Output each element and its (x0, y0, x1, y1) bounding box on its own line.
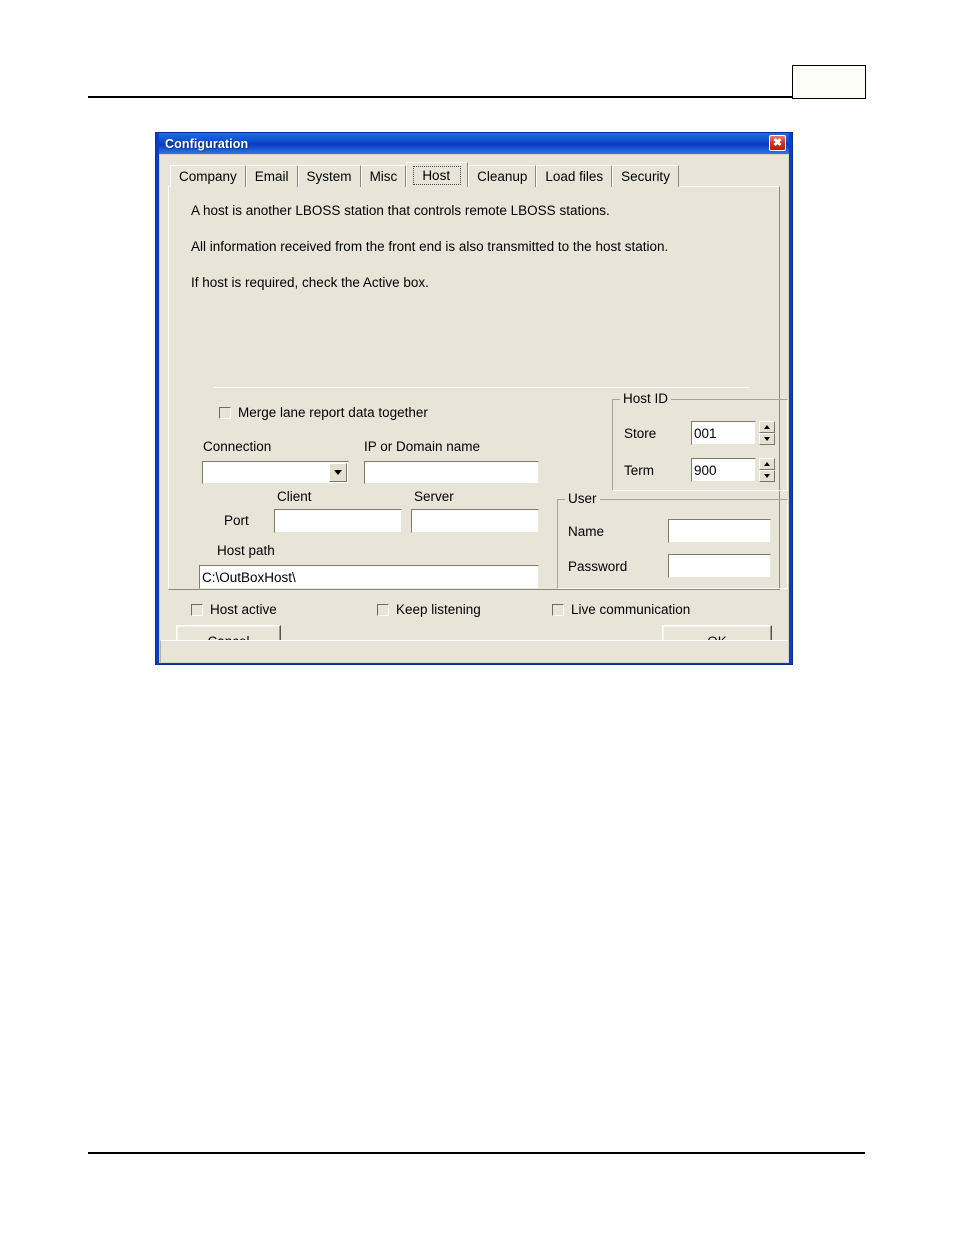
dialog-title: Configuration (165, 136, 249, 151)
user-password-label: Password (568, 559, 628, 574)
section-separator (214, 387, 749, 388)
tab-label: Host (413, 165, 462, 185)
user-name-input[interactable] (668, 519, 771, 543)
tab-label: Email (254, 169, 289, 184)
merge-lane-report-checkbox[interactable]: Merge lane report data together (219, 405, 428, 420)
tab-label: Misc (369, 169, 398, 184)
tab-cleanup[interactable]: Cleanup (468, 165, 537, 187)
tab-label: System (306, 169, 352, 184)
host-path-label: Host path (217, 543, 275, 558)
page-canvas: Configuration ✖ Company Email System Mis… (0, 0, 954, 1235)
term-input[interactable]: 900 (691, 458, 756, 482)
client-label: Client (277, 489, 312, 504)
port-label: Port (224, 513, 249, 528)
tab-label: Company (179, 169, 237, 184)
checkbox-box (377, 603, 389, 616)
host-tab-page: A host is another LBOSS station that con… (168, 186, 788, 617)
checkbox-label: Host active (210, 602, 277, 617)
ip-domain-input[interactable] (364, 461, 539, 484)
tab-misc[interactable]: Misc (360, 165, 407, 187)
tab-label: Cleanup (477, 169, 528, 184)
footer-rule (88, 1152, 865, 1154)
live-communication-checkbox[interactable]: Live communication (552, 602, 690, 617)
tab-label: Load files (545, 169, 604, 184)
port-server-input[interactable] (411, 509, 539, 533)
header-rule (88, 96, 865, 98)
user-password-input[interactable] (668, 554, 771, 578)
chevron-down-icon[interactable] (329, 463, 347, 482)
host-active-checkbox[interactable]: Host active (191, 602, 277, 617)
term-spinner[interactable] (759, 458, 775, 482)
description-line-2: All information received from the front … (191, 239, 669, 254)
dialog-client-area: Company Email System Misc Host Cleanup L… (159, 154, 789, 663)
header-page-number-box (792, 65, 866, 99)
dialog-titlebar[interactable]: Configuration ✖ (159, 133, 789, 154)
user-group-title: User (565, 491, 600, 506)
ip-domain-label: IP or Domain name (364, 439, 481, 454)
tab-host[interactable]: Host (406, 162, 469, 187)
checkbox-box (552, 603, 564, 616)
tab-label: Security (621, 169, 670, 184)
tab-strip: Company Email System Misc Host Cleanup L… (168, 162, 780, 187)
checkbox-box (219, 406, 231, 419)
spinner-down-icon[interactable] (759, 433, 775, 445)
spinner-down-icon[interactable] (759, 470, 775, 482)
spinner-up-icon[interactable] (759, 421, 775, 433)
checkbox-box (191, 603, 203, 616)
description-line-1: A host is another LBOSS station that con… (191, 203, 610, 218)
host-id-group-title: Host ID (620, 391, 672, 406)
dialog-statusbar (160, 640, 788, 662)
checkbox-label: Keep listening (396, 602, 481, 617)
tab-security[interactable]: Security (612, 165, 679, 187)
close-icon[interactable]: ✖ (769, 135, 786, 151)
connection-dropdown[interactable] (202, 461, 349, 484)
tab-system[interactable]: System (297, 165, 361, 187)
tab-company[interactable]: Company (170, 165, 246, 187)
checkbox-label: Merge lane report data together (238, 405, 428, 420)
store-spinner[interactable] (759, 421, 775, 445)
host-path-input[interactable]: C:\OutBoxHost\ (199, 565, 539, 589)
store-label: Store (624, 426, 657, 441)
server-label: Server (414, 489, 454, 504)
checkbox-label: Live communication (571, 602, 691, 617)
tab-load-files[interactable]: Load files (536, 165, 613, 187)
user-name-label: Name (568, 524, 605, 539)
spinner-up-icon[interactable] (759, 458, 775, 470)
port-client-input[interactable] (274, 509, 402, 533)
description-line-3: If host is required, check the Active bo… (191, 275, 429, 290)
tab-email[interactable]: Email (245, 165, 298, 187)
term-label: Term (624, 463, 654, 478)
configuration-dialog: Configuration ✖ Company Email System Mis… (155, 132, 793, 665)
keep-listening-checkbox[interactable]: Keep listening (377, 602, 481, 617)
user-group: User Name Password (557, 491, 788, 589)
connection-label: Connection (203, 439, 272, 454)
store-input[interactable]: 001 (691, 421, 756, 445)
host-id-group: Host ID Store 001 Term 900 (612, 391, 788, 491)
